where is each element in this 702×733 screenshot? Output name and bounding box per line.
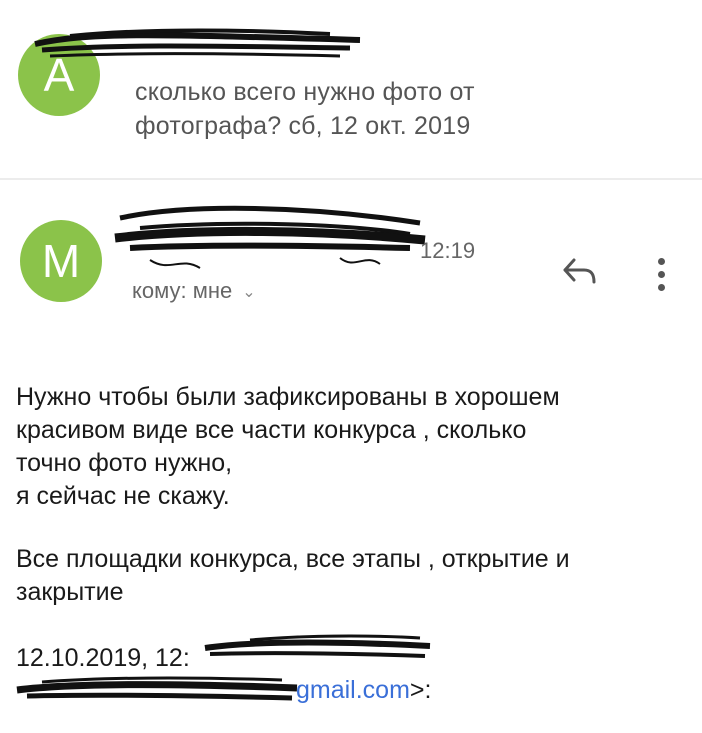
preview-subject-date: фотографа? сб, 12 окт. 2019 [135,112,471,140]
reply-icon [563,258,596,284]
quote-email-link[interactable]: gmail.com [296,676,410,704]
more-vert-icon-dot [658,271,665,278]
quote-email-tail: >: [409,676,432,704]
redacted-quote-time [204,634,431,658]
body-line: закрытие [16,578,124,606]
divider [0,178,702,180]
avatar-letter-m: M [41,235,81,287]
more-options-button[interactable] [650,254,674,294]
redacted-sender-name-top [34,28,361,58]
more-vert-icon [658,258,665,265]
bottom-edge [0,712,702,733]
body-line: я сейчас не скажу. [16,482,230,510]
message-time: 12:19 [420,238,476,263]
recipient-toggle[interactable]: кому: мне ⌄ [132,278,256,304]
preview-subject: сколько всего нужно фото от [135,78,475,106]
body-line: Все площадки конкурса, все этапы , откры… [16,545,570,573]
redacted-sender-name [114,205,426,269]
body-line: красивом виде все части конкурса , сколь… [16,416,527,444]
chevron-down-icon: ⌄ [242,284,256,301]
body-line: Нужно чтобы были зафиксированы в хорошем [16,383,560,411]
recipient-label: кому: мне [132,278,233,303]
more-vert-icon-dot [658,284,665,291]
sender-avatar-m[interactable]: M [20,220,102,302]
reply-button[interactable] [560,254,600,290]
redacted-quote-email [16,676,298,701]
body-line: точно фото нужно, [16,449,233,477]
